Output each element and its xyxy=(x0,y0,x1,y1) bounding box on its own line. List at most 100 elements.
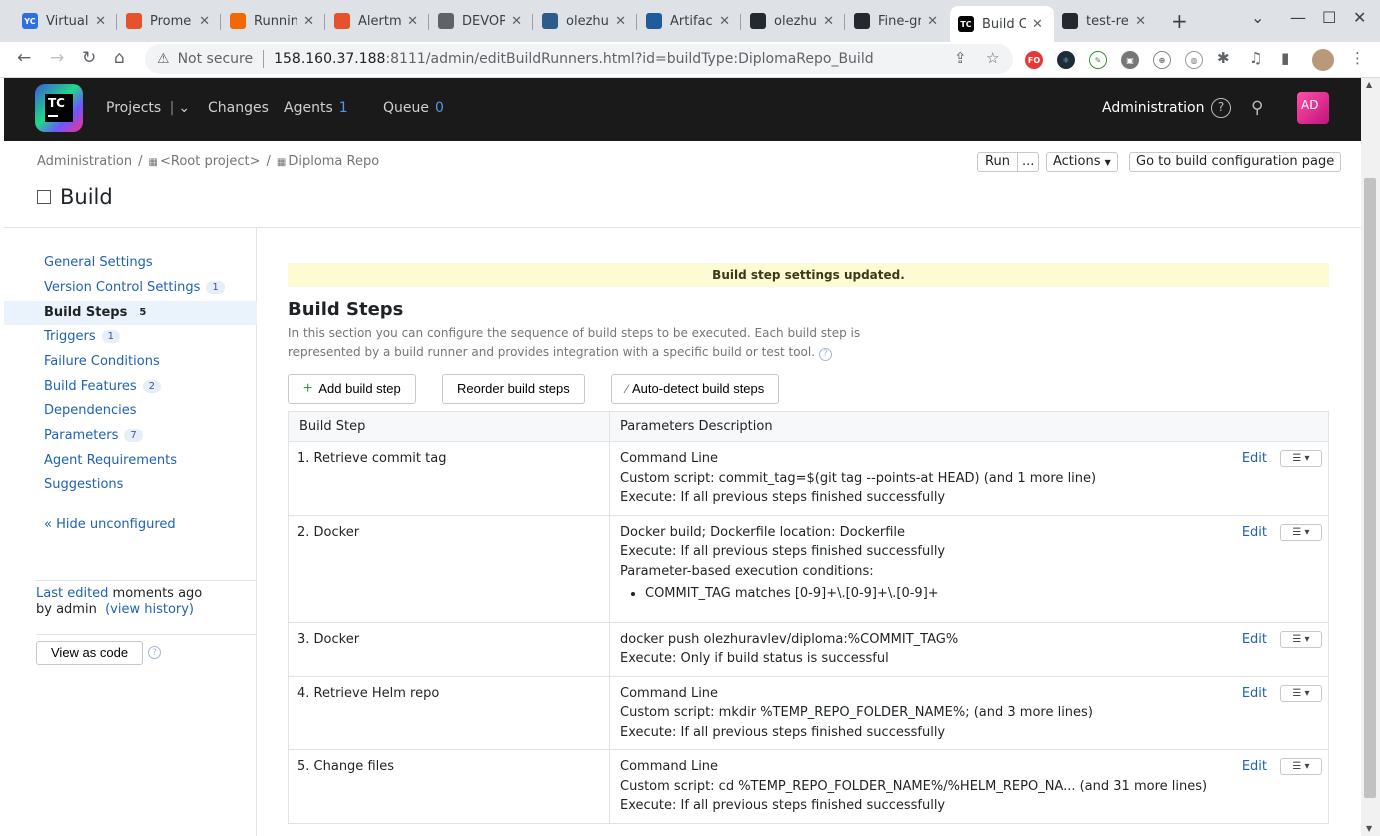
browser-menu-icon[interactable]: ⋮ xyxy=(1350,49,1365,67)
row-actions: Edit ☰ ▾ xyxy=(1242,757,1322,777)
reorder-build-steps-button[interactable]: Reorder build steps xyxy=(442,374,585,404)
nav-changes[interactable]: Changes xyxy=(208,100,269,116)
extension-fo-icon[interactable]: FO xyxy=(1025,51,1043,69)
bookmark-star-icon[interactable]: ☆ xyxy=(986,49,999,67)
step-menu-button[interactable]: ☰ ▾ xyxy=(1280,630,1322,648)
react-devtools-icon[interactable]: ⚛ xyxy=(1057,51,1075,69)
address-bar[interactable]: ⚠ Not secure 158.160.37.188:8111/admin/e… xyxy=(145,44,1013,74)
close-tab-icon[interactable]: ✕ xyxy=(407,14,418,29)
step-menu-button[interactable]: ☰ ▾ xyxy=(1280,758,1322,776)
step-menu-button[interactable]: ☰ ▾ xyxy=(1280,684,1322,702)
teamcity-logo[interactable]: TC xyxy=(35,84,83,132)
auto-detect-button[interactable]: ⁄ Auto-detect build steps xyxy=(611,374,780,404)
browser-tab[interactable]: DEVOP ✕ xyxy=(430,6,530,36)
tab-separator xyxy=(116,14,117,30)
extension-circle-icon[interactable]: ⊕ xyxy=(1153,51,1171,69)
browser-tab[interactable]: Fine-gr ✕ xyxy=(846,6,946,36)
nav-agents[interactable]: Agents 1 xyxy=(284,100,348,116)
sidebar-item[interactable]: Version Control Settings 1 xyxy=(44,280,225,295)
close-tab-icon[interactable]: ✕ xyxy=(1032,17,1043,32)
help-icon[interactable]: ? xyxy=(1211,98,1231,118)
browser-tab[interactable]: test-re ✕ xyxy=(1054,6,1154,36)
chevron-down-icon[interactable]: ⌄ xyxy=(178,100,190,116)
breadcrumb-administration[interactable]: Administration xyxy=(37,154,132,169)
extensions-puzzle-icon[interactable]: ✱ xyxy=(1217,49,1230,67)
scroll-up-arrow[interactable]: ▲ xyxy=(1366,80,1372,89)
breadcrumb-project[interactable]: Diploma Repo xyxy=(288,154,379,169)
home-icon[interactable]: ⌂ xyxy=(114,48,125,68)
add-build-step-button[interactable]: + Add build step xyxy=(288,374,416,404)
tab-title: olezhu xyxy=(774,13,817,29)
edit-link[interactable]: Edit xyxy=(1242,630,1267,650)
close-tab-icon[interactable]: ✕ xyxy=(1135,14,1146,29)
scrollbar-thumb[interactable] xyxy=(1364,178,1376,798)
close-tab-icon[interactable]: ✕ xyxy=(511,14,522,29)
close-tab-icon[interactable]: ✕ xyxy=(823,14,834,29)
nav-projects[interactable]: Projects | ⌄ xyxy=(106,100,190,116)
sidebar-item[interactable]: Dependencies xyxy=(44,403,137,418)
back-icon[interactable]: ← xyxy=(17,48,31,68)
sidebar-item[interactable]: Agent Requirements xyxy=(44,453,177,468)
sidebar-item[interactable]: Suggestions xyxy=(44,477,123,492)
close-tab-icon[interactable]: ✕ xyxy=(95,14,106,29)
sidebar-item[interactable]: Build Steps 5 xyxy=(44,305,152,320)
extension-green-icon[interactable]: ✎ xyxy=(1089,51,1107,69)
edit-link[interactable]: Edit xyxy=(1242,757,1267,777)
goto-build-config-button[interactable]: Go to build configuration page xyxy=(1129,152,1342,172)
view-history-link[interactable]: (view history) xyxy=(105,602,194,617)
user-avatar[interactable]: AD xyxy=(1297,92,1329,124)
sidebar-item[interactable]: Parameters 7 xyxy=(44,428,143,443)
edit-link[interactable]: Edit xyxy=(1242,449,1267,469)
media-control-icon[interactable]: ♫ xyxy=(1249,49,1262,67)
close-tab-icon[interactable]: ✕ xyxy=(927,14,938,29)
browser-tab[interactable]: YC Virtual ✕ xyxy=(14,6,114,36)
sidebar-item[interactable]: Failure Conditions xyxy=(44,354,160,369)
description-line: Parameter-based execution conditions: xyxy=(620,563,874,579)
reload-icon[interactable]: ↻ xyxy=(82,48,96,68)
sidebar-item[interactable]: Triggers 1 xyxy=(44,329,120,344)
actions-button[interactable]: Actions ▼ xyxy=(1046,152,1118,172)
edit-link[interactable]: Edit xyxy=(1242,684,1267,704)
profile-avatar[interactable] xyxy=(1312,49,1334,71)
browser-tab[interactable]: olezhu ✕ xyxy=(742,6,842,36)
browser-tab[interactable]: olezhu ✕ xyxy=(534,6,634,36)
new-tab-button[interactable]: + xyxy=(1171,9,1188,33)
browser-tab[interactable]: Prome ✕ xyxy=(118,6,218,36)
search-icon[interactable]: ⚲ xyxy=(1251,98,1263,118)
close-tab-icon[interactable]: ✕ xyxy=(303,14,314,29)
browser-tab[interactable]: Artifac ✕ xyxy=(638,6,738,36)
help-icon[interactable]: ? xyxy=(818,348,832,361)
sidebar-item[interactable]: General Settings xyxy=(44,255,153,270)
run-button[interactable]: Run xyxy=(977,152,1018,172)
step-menu-button[interactable]: ☰ ▾ xyxy=(1280,450,1322,468)
extension-gray-icon[interactable]: ▣ xyxy=(1121,51,1139,69)
scroll-down-arrow[interactable]: ▼ xyxy=(1366,824,1372,833)
side-panel-icon[interactable]: ▮ xyxy=(1281,49,1289,67)
close-tab-icon[interactable]: ✕ xyxy=(199,14,210,29)
tab-search-icon[interactable]: ⌄ xyxy=(1251,8,1264,27)
help-icon[interactable]: ? xyxy=(148,646,161,659)
browser-tab[interactable]: TC Build C ✕ xyxy=(950,6,1054,42)
breadcrumb-root[interactable]: <Root project> xyxy=(160,154,261,169)
nav-administration[interactable]: Administration xyxy=(1102,100,1204,116)
forward-icon[interactable]: → xyxy=(50,48,64,68)
close-tab-icon[interactable]: ✕ xyxy=(719,14,730,29)
share-icon[interactable]: ⇪ xyxy=(954,49,967,67)
run-options-button[interactable]: ... xyxy=(1017,152,1040,172)
last-edited-link[interactable]: Last edited xyxy=(36,586,108,601)
maximize-icon[interactable]: ☐ xyxy=(1322,8,1336,27)
hide-unconfigured-link[interactable]: « Hide unconfigured xyxy=(44,517,176,532)
edit-link[interactable]: Edit xyxy=(1242,523,1267,543)
view-as-code-button[interactable]: View as code xyxy=(36,641,144,665)
close-window-icon[interactable]: ✕ xyxy=(1353,8,1366,27)
page-scrollbar[interactable]: ▲ ▼ xyxy=(1361,78,1380,836)
sidebar-item[interactable]: Build Features 2 xyxy=(44,379,162,394)
browser-tab[interactable]: Alertm ✕ xyxy=(326,6,426,36)
page-content: Administration / ▦ <Root project> / ▦ Diploma … xyxy=(4,141,1361,836)
nav-queue[interactable]: Queue 0 xyxy=(383,100,444,116)
browser-tab[interactable]: Runnin ✕ xyxy=(222,6,322,36)
minimize-icon[interactable]: — xyxy=(1290,8,1306,27)
extension-globe-icon[interactable]: ◍ xyxy=(1185,51,1203,69)
close-tab-icon[interactable]: ✕ xyxy=(615,14,626,29)
step-menu-button[interactable]: ☰ ▾ xyxy=(1280,523,1322,541)
